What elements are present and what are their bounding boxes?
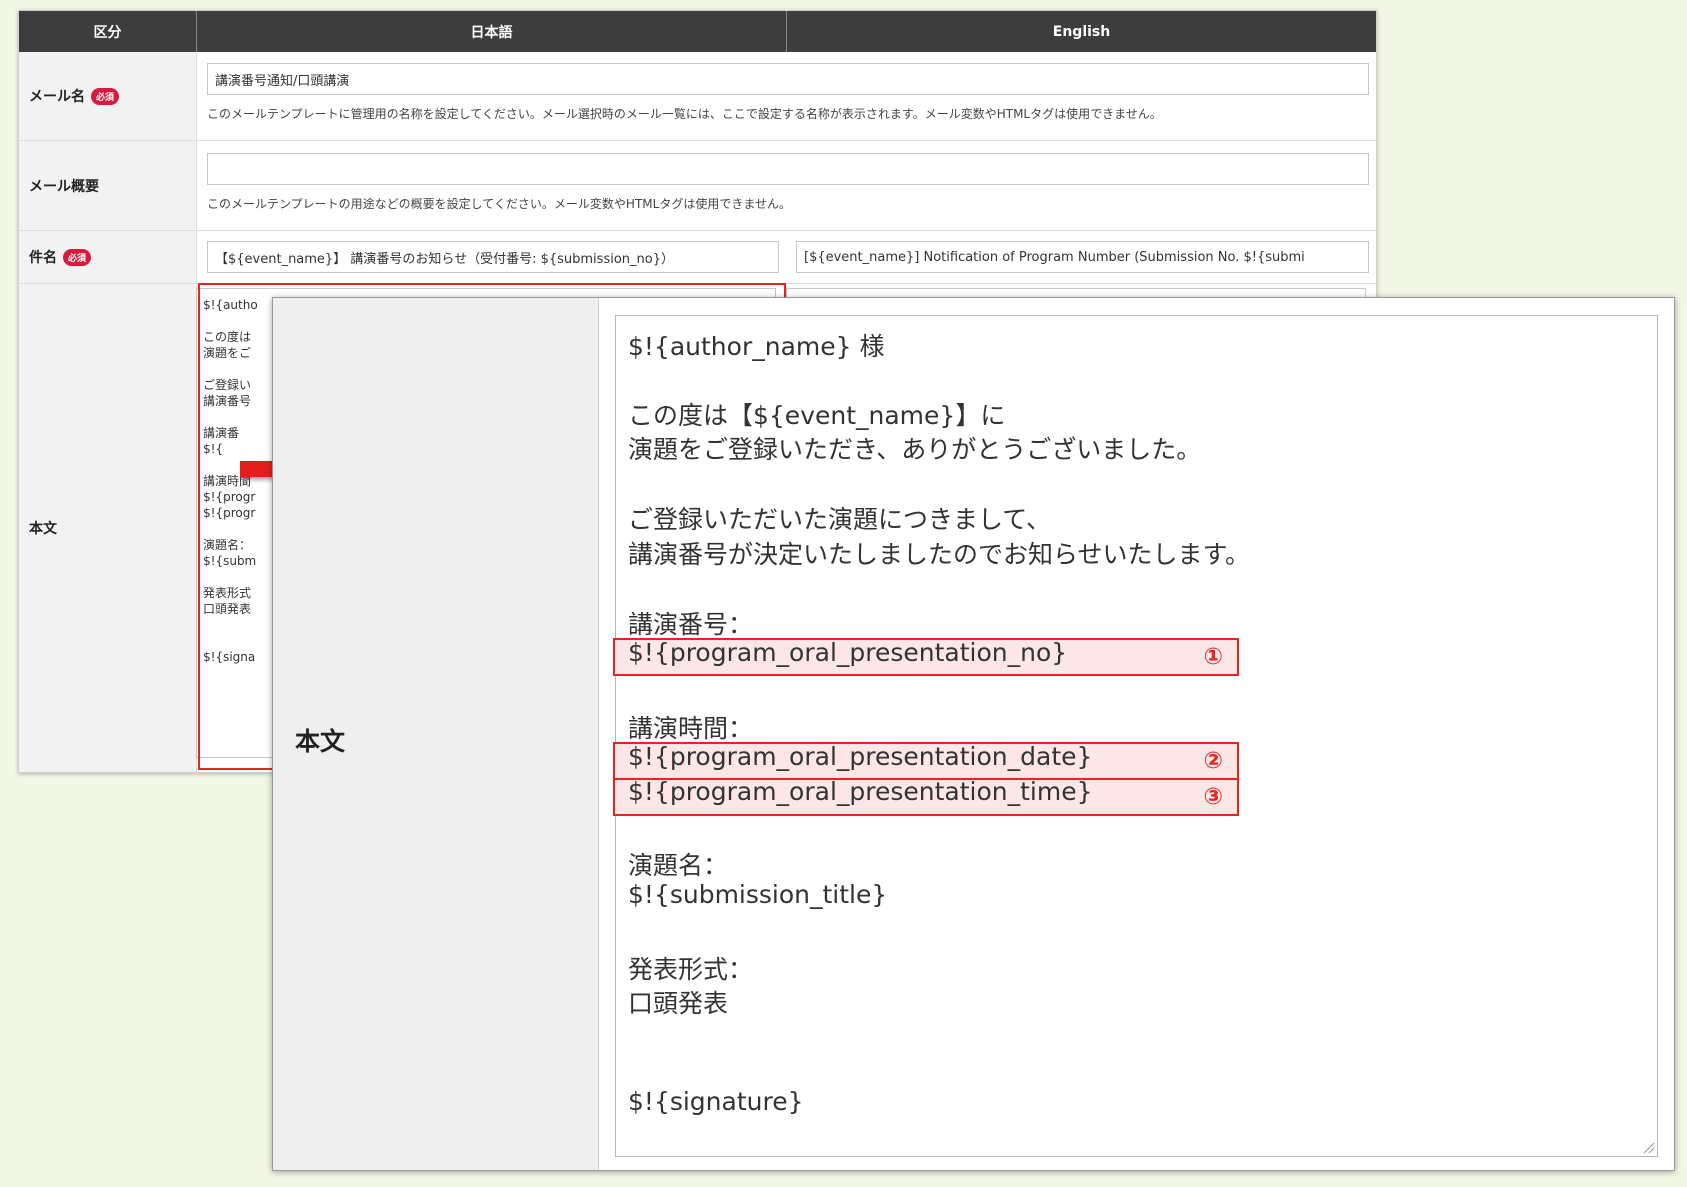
- required-badge: 必須: [63, 248, 92, 266]
- subject-label: 件名: [29, 250, 57, 266]
- subject-ja-input[interactable]: 【${event_name}】 講演番号のお知らせ（受付番号: ${submis…: [207, 241, 779, 273]
- divider: [19, 230, 1376, 231]
- header-english: English: [787, 11, 1376, 52]
- body-zoom-panel: 本文 $!{author_name} 様 この度は【${event_name}】…: [272, 297, 1675, 1171]
- mail-summary-input[interactable]: [207, 153, 1369, 185]
- body-line: 発表形式：: [628, 955, 754, 984]
- required-badge: 必須: [91, 87, 120, 105]
- body-line: この度は【${event_name}】に: [628, 401, 1006, 430]
- mail-name-label: メール名: [29, 89, 85, 105]
- header-japanese: 日本語: [197, 11, 787, 52]
- resize-grip-icon[interactable]: [1641, 1140, 1655, 1154]
- row-label-mail-name: メール名 必須: [19, 52, 197, 140]
- divider: [19, 140, 1376, 141]
- body-label: 本文: [29, 521, 57, 537]
- zoom-label-cell: 本文: [273, 298, 599, 1170]
- zoom-body-label: 本文: [295, 727, 346, 756]
- mail-summary-label: メール概要: [29, 178, 99, 195]
- subject-en-input[interactable]: [${event_name}] Notification of Program …: [796, 241, 1369, 273]
- header-category: 区分: [19, 11, 197, 52]
- marker-1: ①: [1203, 644, 1223, 670]
- body-line: 演題をご登録いただき、ありがとうございました。: [628, 435, 1202, 464]
- body-line: 講演番号が決定いたしましたのでお知らせいたします。: [628, 540, 1251, 569]
- mail-summary-help: このメールテンプレートの用途などの概要を設定してください。メール変数やHTMLタ…: [207, 197, 791, 211]
- row-label-subject: 件名 必須: [19, 231, 197, 283]
- body-textarea[interactable]: $!{author_name} 様 この度は【${event_name}】に 演…: [613, 315, 1658, 1157]
- marker-3: ③: [1203, 784, 1223, 810]
- body-line: 講演番号：: [628, 610, 754, 639]
- body-line: 講演時間：: [628, 714, 754, 743]
- variable-program-time: $!{program_oral_presentation_time}: [628, 777, 1093, 806]
- body-line: $!{signature}: [628, 1087, 804, 1116]
- marker-2: ②: [1203, 748, 1223, 774]
- body-line: $!{author_name} 様: [628, 332, 885, 361]
- body-line: 口頭発表: [628, 989, 729, 1018]
- variable-program-date: $!{program_oral_presentation_date}: [628, 742, 1093, 771]
- mail-name-input[interactable]: 講演番号通知/口頭講演: [207, 63, 1369, 95]
- mail-name-help: このメールテンプレートに管理用の名称を設定してください。メール選択時のメール一覧…: [207, 107, 1162, 121]
- row-label-mail-summary: メール概要: [19, 141, 197, 230]
- body-line: 演題名：: [628, 851, 729, 880]
- row-label-body: 本文: [19, 284, 197, 772]
- body-line: $!{submission_title}: [628, 880, 888, 909]
- variable-program-no: $!{program_oral_presentation_no}: [628, 638, 1068, 667]
- body-line: ご登録いただいた演題につきまして、: [628, 505, 1052, 534]
